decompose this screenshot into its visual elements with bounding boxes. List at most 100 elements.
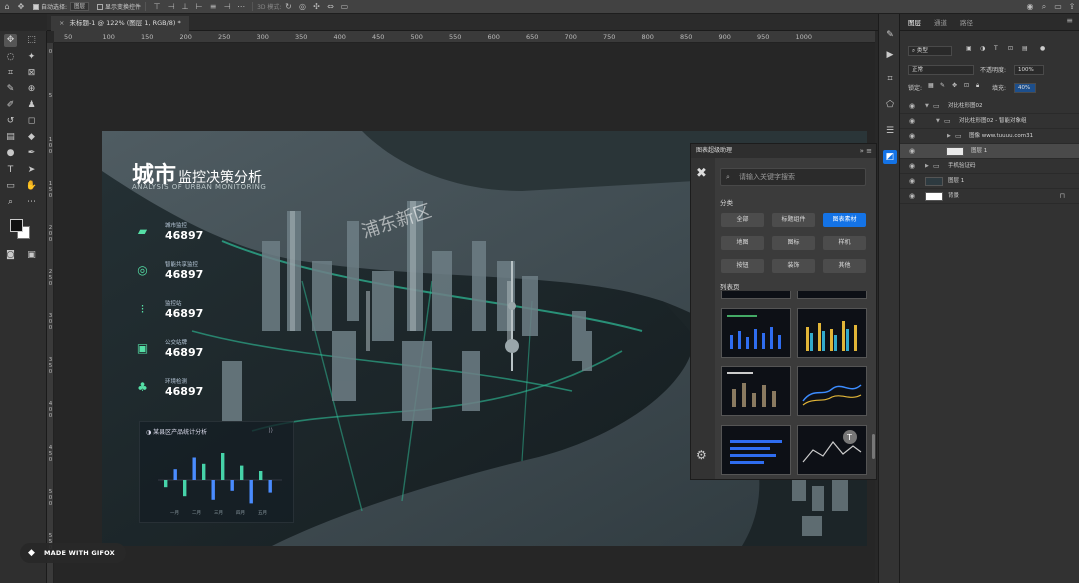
filter-type-icon[interactable]: T [994, 45, 998, 52]
category-title-components-button[interactable]: 标题组件 [772, 213, 815, 227]
category-chart-assets-button[interactable]: 图表素材 [823, 213, 866, 227]
align-left-icon[interactable]: ⊢ [194, 2, 204, 11]
home-icon[interactable]: ⌂ [2, 2, 12, 11]
eye-icon[interactable]: ◉ [909, 114, 915, 129]
crop-panel-icon[interactable]: ⌗ [883, 72, 897, 86]
chevron-down-icon[interactable]: ▼ [925, 99, 929, 114]
filter-shape-icon[interactable]: ⊡ [1008, 45, 1013, 52]
lasso-tool-icon[interactable]: ◌ [4, 51, 17, 64]
filter-pixel-icon[interactable]: ▣ [966, 45, 972, 52]
plugin-panel-icon[interactable]: ◩ [883, 150, 897, 164]
move-tool-icon[interactable]: ✥ [16, 2, 26, 11]
eyedropper-tool-icon[interactable]: ✎ [4, 83, 17, 96]
align-center-icon[interactable]: ≡ [208, 2, 218, 11]
layer-row[interactable]: ◉ ▼ ▭ 对比柱形图02 [900, 99, 1079, 114]
workspace-icon[interactable]: ▭ [1053, 2, 1063, 11]
magic-wand-tool-icon[interactable]: ✦ [25, 51, 38, 64]
user-icon[interactable]: ◉ [1025, 2, 1035, 11]
category-button-button[interactable]: 按钮 [721, 259, 764, 273]
category-all-button[interactable]: 全部 [721, 213, 764, 227]
auto-select-dropdown[interactable]: 图层 [70, 2, 90, 11]
thumbnail-item[interactable] [721, 425, 791, 475]
adjustments-panel-icon[interactable]: ☰ [883, 124, 897, 138]
tab-channels[interactable]: 通道 [934, 17, 947, 27]
slide-3d-icon[interactable]: ⇔ [325, 2, 335, 11]
zoom-tool-icon[interactable]: ⌕ [4, 196, 17, 209]
type-tool-icon[interactable]: T [4, 164, 17, 177]
category-other-button[interactable]: 其他 [823, 259, 866, 273]
layer-row[interactable]: ◉ ▼ ▭ 对比柱形图02 - 智能对象组 [900, 114, 1079, 129]
rectangle-tool-icon[interactable]: ▭ [4, 180, 17, 193]
healing-brush-tool-icon[interactable]: ⊕ [25, 83, 38, 96]
gear-icon[interactable]: ⚙ [696, 448, 707, 462]
blur-tool-icon[interactable]: ◆ [25, 131, 38, 144]
frame-tool-icon[interactable]: ⊠ [25, 67, 38, 80]
eye-icon[interactable]: ◉ [909, 189, 915, 204]
pan-3d-icon[interactable]: ✣ [311, 2, 321, 11]
filter-toggle-icon[interactable]: ● [1040, 45, 1045, 52]
filter-smart-icon[interactable]: ▤ [1022, 45, 1028, 52]
panel-menu-icon[interactable]: ≡ [1066, 16, 1073, 25]
search-icon[interactable]: ⌕ [1039, 2, 1049, 12]
align-top-icon[interactable]: ⊤ [152, 2, 162, 11]
panel-menu-icon[interactable]: » ≡ [860, 144, 872, 158]
layer-row[interactable]: ◉ 图层 1 [900, 144, 1079, 159]
thumbnail-item[interactable]: T [797, 425, 867, 475]
category-decoration-button[interactable]: 装饰 [772, 259, 815, 273]
align-right-icon[interactable]: ⊣ [222, 2, 232, 11]
crop-tool-icon[interactable]: ⌗ [4, 67, 17, 80]
video-3d-icon[interactable]: ▭ [339, 2, 349, 11]
tab-layers[interactable]: 图层 [908, 17, 921, 27]
artboard-tool-icon[interactable]: ⬚ [25, 34, 38, 47]
thumbnail-item[interactable] [797, 366, 867, 416]
roll-3d-icon[interactable]: ◎ [297, 2, 307, 11]
lock-all-icon[interactable]: 🔒︎ [976, 82, 979, 90]
lock-artboard-icon[interactable]: ⊡ [964, 82, 969, 89]
actions-play-icon[interactable]: ▶ [883, 48, 897, 62]
thumbnail-item[interactable] [721, 366, 791, 416]
lock-position-icon[interactable]: ✥ [952, 82, 957, 89]
plugin-scrollbar[interactable] [872, 434, 875, 459]
plugin-titlebar[interactable]: 图表超级助理 » ≡ [691, 144, 876, 158]
gradient-tool-icon[interactable]: ▤ [4, 131, 17, 144]
tab-paths[interactable]: 路径 [960, 17, 973, 27]
plugin-search-input[interactable]: ⌕ 请输入关键字搜索 [720, 168, 866, 186]
move-tool-icon[interactable]: ✥ [4, 34, 17, 47]
chevron-down-icon[interactable]: ▼ [936, 114, 940, 129]
fill-input[interactable]: 40% [1014, 83, 1036, 93]
brush-tool-icon[interactable]: ✐ [4, 99, 17, 112]
layer-row[interactable]: ◉ 背景 ⊓ [900, 189, 1079, 204]
align-bottom-icon[interactable]: ⊥ [180, 2, 190, 11]
more-options-icon[interactable]: ⋯ [236, 2, 246, 11]
tools-cross-icon[interactable]: ✖ [696, 166, 707, 181]
foreground-color-swatch[interactable] [10, 219, 23, 232]
layer-row[interactable]: ◉ ▶ ▭ 图像 www.tuuuu.com31 [900, 129, 1079, 144]
more-tools-icon[interactable]: ⋯ [25, 196, 38, 209]
eraser-tool-icon[interactable]: ◻ [25, 115, 38, 128]
pen-tool-icon[interactable]: ✒ [25, 147, 38, 160]
rotate-3d-icon[interactable]: ↻ [283, 2, 293, 11]
chevron-right-icon[interactable]: ▶ [925, 159, 929, 174]
filter-adjust-icon[interactable]: ◑ [980, 45, 985, 52]
eye-icon[interactable]: ◉ [909, 144, 915, 159]
history-brush-tool-icon[interactable]: ↺ [4, 115, 17, 128]
thumbnail-item[interactable] [797, 291, 867, 299]
thumbnail-item[interactable] [797, 308, 867, 358]
dodge-tool-icon[interactable]: ● [4, 147, 17, 160]
eye-icon[interactable]: ◉ [909, 159, 915, 174]
blend-mode-dropdown[interactable]: 正常 [908, 65, 974, 75]
thumbnail-item[interactable] [721, 291, 791, 299]
auto-select-checkbox[interactable] [33, 3, 39, 10]
stamp-tool-icon[interactable]: ♟ [25, 99, 38, 112]
quick-mask-icon[interactable]: ◙ [4, 249, 17, 262]
show-transform-checkbox[interactable] [97, 3, 104, 10]
eye-icon[interactable]: ◉ [909, 129, 915, 144]
path-select-tool-icon[interactable]: ➤ [25, 164, 38, 177]
category-icon-button[interactable]: 图标 [772, 236, 815, 250]
close-tab-icon[interactable]: × [59, 19, 64, 27]
document-tab[interactable]: × 未标题-1 @ 122% (图层 1, RGB/8) * [51, 16, 189, 31]
opacity-input[interactable]: 100% [1014, 65, 1044, 75]
eye-icon[interactable]: ◉ [909, 174, 915, 189]
layer-row[interactable]: ◉ ▶ ▭ 手机验证码 [900, 159, 1079, 174]
screen-mode-icon[interactable]: ▣ [25, 249, 38, 262]
